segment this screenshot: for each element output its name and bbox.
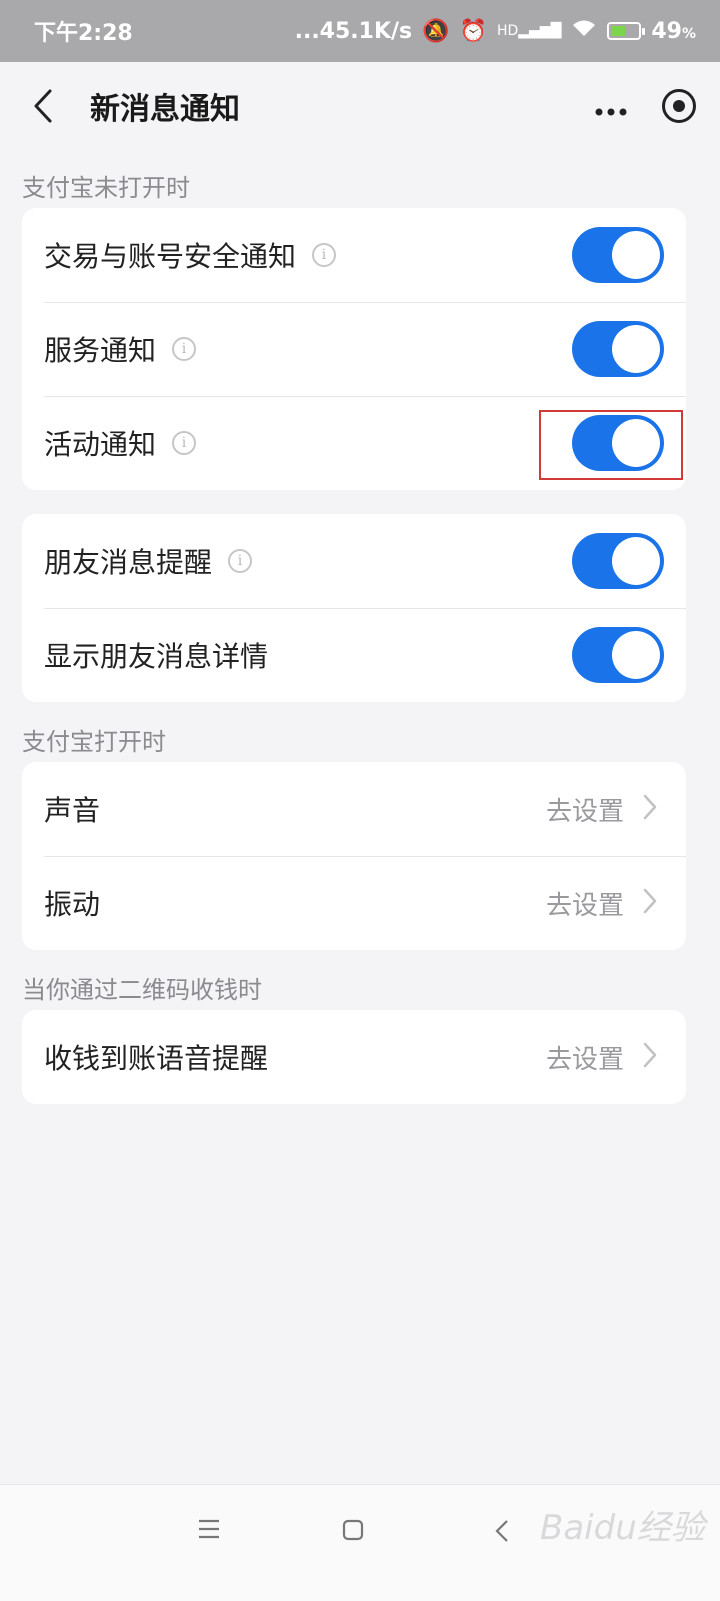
card-friends: 朋友消息提醒 i 显示朋友消息详情 bbox=[22, 514, 686, 702]
go-settings-link[interactable]: 去设置 bbox=[546, 791, 624, 828]
section-label-qr: 当你通过二维码收钱时 bbox=[22, 976, 262, 1004]
more-button[interactable] bbox=[594, 86, 628, 126]
list-item-security: 交易与账号安全通知 i bbox=[22, 208, 686, 302]
chevron-right-icon bbox=[624, 1041, 664, 1073]
row-label: 声音 bbox=[44, 794, 101, 827]
info-icon[interactable]: i bbox=[312, 243, 337, 267]
info-icon[interactable]: i bbox=[228, 549, 253, 573]
target-button[interactable] bbox=[662, 89, 696, 123]
list-item-voice-reminder[interactable]: 收钱到账语音提醒 去设置 bbox=[22, 1010, 686, 1104]
toggle-friend-reminder[interactable] bbox=[572, 533, 664, 589]
row-label: 交易与账号安全通知 bbox=[44, 240, 297, 273]
page-title: 新消息通知 bbox=[90, 92, 240, 127]
list-item-sound[interactable]: 声音 去设置 bbox=[22, 762, 686, 856]
go-settings-link[interactable]: 去设置 bbox=[546, 885, 624, 922]
menu-icon bbox=[199, 1519, 219, 1539]
list-item-friend-reminder: 朋友消息提醒 i bbox=[22, 514, 686, 608]
mute-bell-icon: 🔕 bbox=[422, 18, 450, 44]
wifi-icon bbox=[571, 18, 597, 44]
battery-icon bbox=[607, 22, 646, 40]
toggle-security[interactable] bbox=[572, 227, 664, 283]
card-open: 声音 去设置 振动 去设置 bbox=[22, 762, 686, 950]
info-icon[interactable]: i bbox=[172, 431, 197, 455]
nav-back-button[interactable] bbox=[494, 1519, 510, 1547]
row-label: 朋友消息提醒 bbox=[44, 546, 213, 579]
info-icon[interactable]: i bbox=[172, 337, 197, 361]
signal-icon: HD▂▄▆█ bbox=[496, 23, 562, 39]
battery-percent: 49% bbox=[651, 18, 696, 44]
home-square-icon bbox=[342, 1519, 364, 1541]
go-settings-link[interactable]: 去设置 bbox=[546, 1039, 624, 1076]
status-bar: 下午2:28 ...45.1K/s 🔕 ⏰ HD▂▄▆█ 49% bbox=[0, 0, 720, 62]
row-label: 收钱到账语音提醒 bbox=[44, 1042, 269, 1075]
row-label: 服务通知 bbox=[44, 334, 157, 367]
list-item-service: 服务通知 i bbox=[22, 302, 686, 396]
menu-button[interactable] bbox=[198, 1519, 220, 1543]
more-icon bbox=[595, 108, 627, 116]
row-label: 显示朋友消息详情 bbox=[44, 640, 269, 673]
card-qr: 收钱到账语音提醒 去设置 bbox=[22, 1010, 686, 1104]
list-item-vibration[interactable]: 振动 去设置 bbox=[22, 856, 686, 950]
highlight-box bbox=[539, 410, 683, 480]
section-label-open: 支付宝打开时 bbox=[22, 728, 166, 756]
toggle-service[interactable] bbox=[572, 321, 664, 377]
back-button[interactable] bbox=[24, 86, 64, 126]
status-icons: ...45.1K/s 🔕 ⏰ HD▂▄▆█ 49% bbox=[295, 18, 696, 44]
top-bar: 新消息通知 bbox=[0, 62, 720, 150]
list-item-friend-detail: 显示朋友消息详情 bbox=[22, 608, 686, 702]
alarm-icon: ⏰ bbox=[459, 18, 487, 44]
chevron-right-icon bbox=[624, 793, 664, 825]
chevron-left-icon bbox=[34, 89, 52, 123]
home-button[interactable] bbox=[342, 1519, 364, 1545]
section-label-closed: 支付宝未打开时 bbox=[22, 174, 190, 202]
watermark-logo: Baidu经验 bbox=[540, 1508, 705, 1548]
chevron-right-icon bbox=[624, 887, 664, 919]
status-time: 下午2:28 bbox=[34, 21, 133, 46]
nav-back-icon bbox=[495, 1520, 508, 1542]
network-speed: ...45.1K/s bbox=[294, 18, 413, 44]
target-icon bbox=[673, 100, 685, 112]
row-label: 活动通知 bbox=[44, 428, 157, 461]
row-label: 振动 bbox=[44, 888, 101, 921]
hd-label: HD bbox=[496, 23, 519, 39]
toggle-friend-detail[interactable] bbox=[572, 627, 664, 683]
